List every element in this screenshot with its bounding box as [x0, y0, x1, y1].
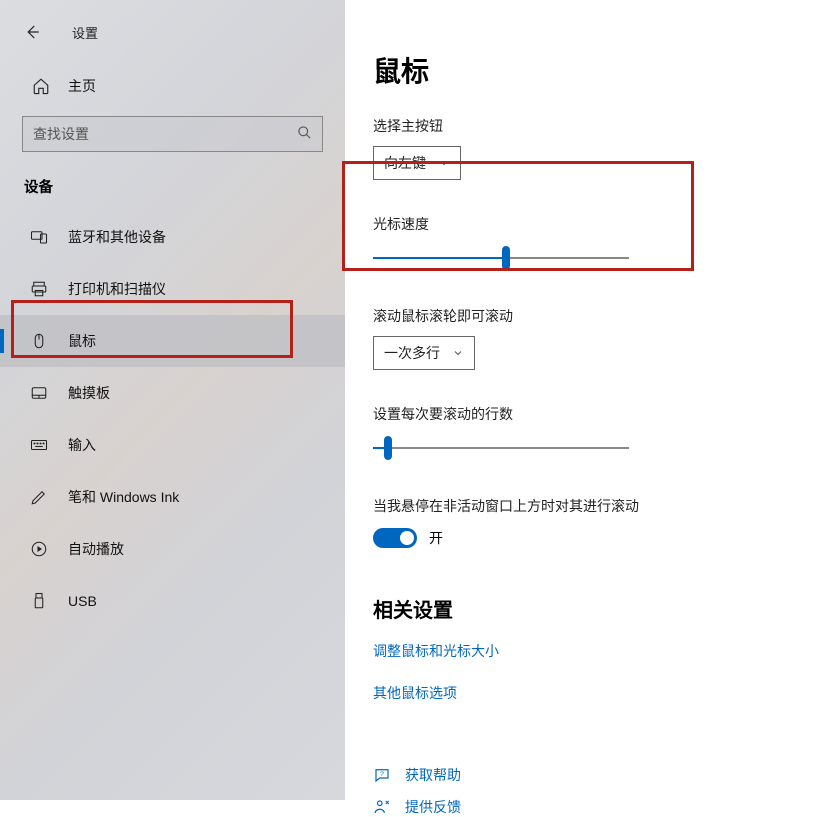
- printer-icon: [30, 280, 48, 298]
- slider-thumb[interactable]: [384, 436, 392, 460]
- home-icon: [32, 77, 50, 95]
- sidebar-item-pen[interactable]: 笔和 Windows Ink: [0, 471, 345, 523]
- sidebar-item-label: 打印机和扫描仪: [68, 279, 166, 299]
- sidebar-item-label: 自动播放: [68, 539, 124, 559]
- settings-content: 鼠标 选择主按钮 向左键 光标速度 滚动鼠标滚轮即可滚动 一次多行 设置每次要滚…: [345, 0, 824, 800]
- sidebar-item-label: 触摸板: [68, 383, 110, 403]
- settings-sidebar: 设置 主页 设备 蓝牙和其他设备 打印机和扫描仪 鼠标: [0, 0, 345, 800]
- link-adjust-mouse-cursor-size[interactable]: 调整鼠标和光标大小: [373, 641, 784, 661]
- primary-button-label: 选择主按钮: [373, 116, 784, 136]
- chevron-down-icon: [438, 157, 450, 169]
- sidebar-item-label: 输入: [68, 435, 96, 455]
- search-box[interactable]: [22, 116, 323, 152]
- search-icon: [297, 125, 312, 143]
- link-other-mouse-options[interactable]: 其他鼠标选项: [373, 683, 784, 703]
- topbar: 设置: [0, 12, 345, 56]
- hover-scroll-label: 当我悬停在非活动窗口上方时对其进行滚动: [373, 496, 784, 516]
- home-button[interactable]: 主页: [0, 56, 345, 110]
- scroll-wheel-select[interactable]: 一次多行: [373, 336, 475, 370]
- app-title: 设置: [72, 23, 98, 42]
- primary-button-value: 向左键: [384, 153, 426, 173]
- home-label: 主页: [68, 76, 96, 96]
- chevron-down-icon: [452, 347, 464, 359]
- sidebar-item-label: 蓝牙和其他设备: [68, 227, 166, 247]
- sidebar-item-bluetooth[interactable]: 蓝牙和其他设备: [0, 211, 345, 263]
- cursor-speed-label: 光标速度: [373, 214, 784, 234]
- sidebar-item-autoplay[interactable]: 自动播放: [0, 523, 345, 575]
- toggle-knob: [400, 531, 414, 545]
- related-settings-header: 相关设置: [373, 594, 784, 623]
- usb-icon: [30, 592, 48, 610]
- sidebar-item-label: USB: [68, 593, 97, 609]
- autoplay-icon: [30, 540, 48, 558]
- lines-per-scroll-label: 设置每次要滚动的行数: [373, 404, 784, 424]
- get-help-link[interactable]: ? 获取帮助: [373, 765, 784, 785]
- cursor-speed-slider[interactable]: [373, 244, 629, 272]
- sidebar-item-label: 笔和 Windows Ink: [68, 487, 179, 507]
- scroll-wheel-label: 滚动鼠标滚轮即可滚动: [373, 306, 784, 326]
- page-title: 鼠标: [373, 50, 784, 90]
- lines-per-scroll-slider[interactable]: [373, 434, 629, 462]
- hover-scroll-state: 开: [429, 528, 443, 548]
- mouse-icon: [30, 332, 48, 350]
- svg-text:?: ?: [380, 771, 384, 778]
- back-button[interactable]: [16, 16, 48, 48]
- sidebar-item-usb[interactable]: USB: [0, 575, 345, 627]
- primary-button-select[interactable]: 向左键: [373, 146, 461, 180]
- sidebar-item-typing[interactable]: 输入: [0, 419, 345, 471]
- slider-thumb[interactable]: [502, 246, 510, 270]
- get-help-label: 获取帮助: [405, 765, 461, 785]
- sidebar-item-printers[interactable]: 打印机和扫描仪: [0, 263, 345, 315]
- pen-icon: [30, 488, 48, 506]
- sidebar-item-mouse[interactable]: 鼠标: [0, 315, 345, 367]
- feedback-icon: [373, 798, 391, 816]
- arrow-left-icon: [23, 23, 41, 41]
- sidebar-group-header: 设备: [0, 170, 345, 211]
- search-input[interactable]: [33, 126, 297, 142]
- feedback-link[interactable]: 提供反馈: [373, 797, 784, 817]
- feedback-label: 提供反馈: [405, 797, 461, 817]
- scroll-wheel-value: 一次多行: [384, 343, 440, 363]
- sidebar-item-label: 鼠标: [68, 331, 96, 351]
- keyboard-icon: [30, 436, 48, 454]
- hover-scroll-toggle[interactable]: [373, 528, 417, 548]
- sidebar-item-touchpad[interactable]: 触摸板: [0, 367, 345, 419]
- touchpad-icon: [30, 384, 48, 402]
- devices-icon: [30, 228, 48, 246]
- chat-help-icon: ?: [373, 766, 391, 784]
